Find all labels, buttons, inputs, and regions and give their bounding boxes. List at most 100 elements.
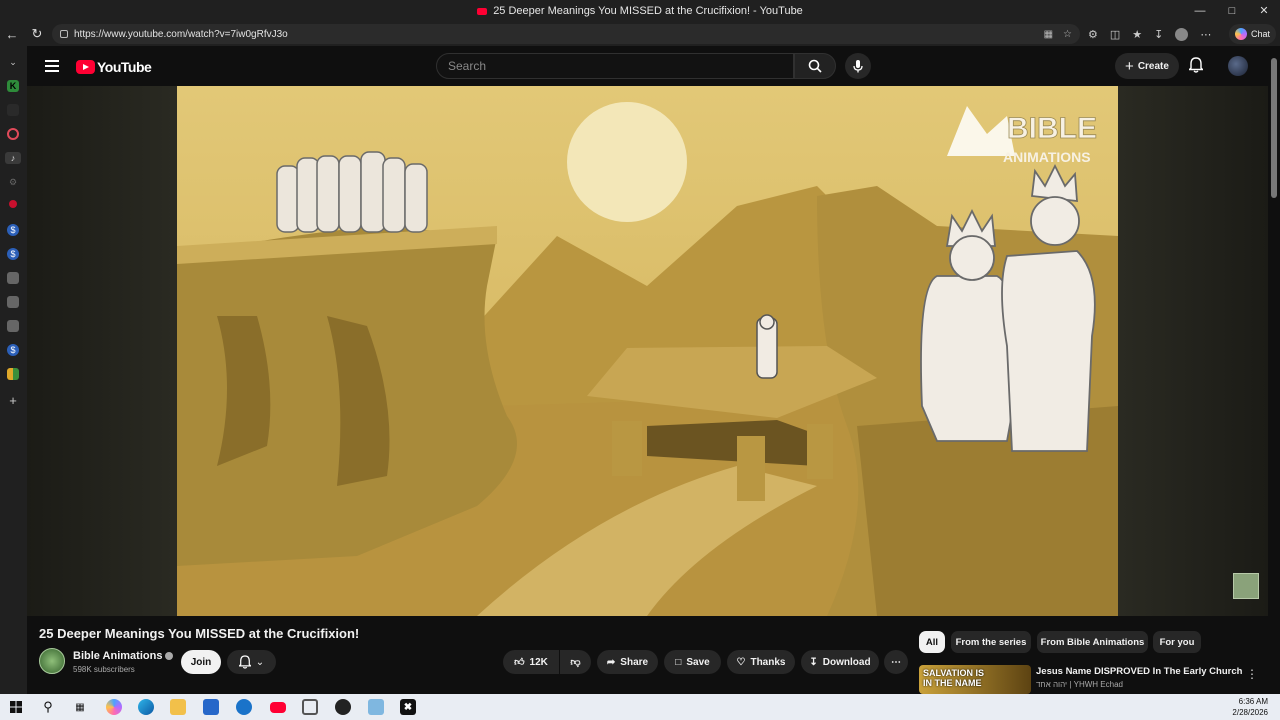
more-actions-button[interactable]: ⋯ [884, 650, 908, 674]
page-scrollbar[interactable] [1268, 46, 1280, 694]
video-player[interactable]: BIBLE ANIMATIONS [27, 86, 1268, 616]
join-button[interactable]: Join [181, 650, 221, 674]
channel-avatar[interactable] [39, 648, 65, 674]
thanks-label: Thanks [750, 656, 786, 668]
youtube-wordmark: YouTube [97, 59, 152, 75]
notifications-bell-icon[interactable] [1187, 57, 1205, 78]
share-label: Share [620, 656, 649, 668]
app-available-icon[interactable]: ▦ [1044, 29, 1053, 40]
recommendation-title[interactable]: Jesus Name DISPROVED In The Early Church [1036, 666, 1242, 677]
close-button[interactable]: ✕ [1248, 0, 1280, 22]
image-app-icon-2[interactable] [7, 296, 19, 308]
task-view-icon[interactable]: ▦ [72, 699, 88, 715]
voice-search-button[interactable] [845, 53, 871, 79]
youtube-favicon-icon [477, 7, 488, 15]
more-options-icon[interactable]: ⋯ [1200, 28, 1211, 41]
downloads-icon[interactable]: ↧ [1154, 28, 1163, 41]
minimize-button[interactable]: — [1184, 0, 1216, 22]
thumbs-up-icon: 👍︎ [514, 657, 525, 668]
search-input[interactable]: Search [436, 53, 794, 79]
search-button[interactable] [794, 53, 836, 79]
collapse-chevron-icon[interactable]: ⌄ [7, 56, 19, 68]
app-window-icon[interactable] [302, 699, 318, 715]
lock-icon [60, 30, 68, 38]
url-field[interactable]: https://www.youtube.com/watch?v=7iw0gRfv… [52, 24, 1080, 44]
crowd-figures [276, 151, 428, 233]
youtube-taskbar-icon[interactable] [270, 702, 286, 713]
system-clock[interactable]: 6:36 AM 2/28/2026 [1232, 696, 1268, 718]
account-avatar[interactable] [1228, 56, 1248, 76]
create-label: Create [1137, 60, 1169, 72]
split-screen-icon[interactable]: ◫ [1110, 28, 1120, 41]
recommendation-channel[interactable]: יהוה אחד | YHWH Echad [1036, 680, 1123, 689]
copilot-chat-button[interactable]: Chat [1228, 24, 1276, 44]
youtube-header: YouTube Search + Create [27, 46, 1280, 86]
refresh-button[interactable]: ↻ [25, 22, 49, 46]
download-button[interactable]: ↧ Download [801, 650, 879, 674]
channel-branding-watermark[interactable] [1233, 573, 1259, 599]
chip-from-series[interactable]: From the series [951, 631, 1031, 653]
dollar-app-icon-3[interactable]: $ [7, 344, 19, 356]
image-app-icon[interactable] [7, 272, 19, 284]
dollar-app-icon-2[interactable]: $ [7, 248, 19, 260]
save-button[interactable]: □ Save [664, 650, 721, 674]
chip-for-you[interactable]: For you [1153, 631, 1201, 653]
thanks-button[interactable]: ♡ Thanks [727, 650, 795, 674]
dislike-button[interactable]: 👎︎ [560, 650, 591, 674]
store-icon[interactable] [203, 699, 219, 715]
favorite-star-icon[interactable]: ☆ [1063, 29, 1072, 40]
k-extension-icon[interactable]: K [7, 80, 19, 92]
chip-from-channel[interactable]: From Bible Animations [1037, 631, 1148, 653]
edge-browser-icon[interactable] [138, 699, 154, 715]
bell-icon [238, 655, 251, 669]
video-frame[interactable]: BIBLE ANIMATIONS [177, 86, 1118, 616]
capcut-icon[interactable]: ✖ [400, 699, 416, 715]
video-scene-illustration: BIBLE ANIMATIONS [177, 86, 1118, 616]
like-button[interactable]: 👍︎ 12K [503, 650, 559, 674]
recommendation-thumbnail[interactable]: SALVATION IS IN THE NAME [919, 665, 1031, 694]
url-text: https://www.youtube.com/watch?v=7iw0gRfv… [74, 28, 288, 40]
app-dark-icon[interactable] [335, 699, 351, 715]
copilot-icon [1234, 28, 1247, 40]
verified-badge-icon [165, 652, 174, 661]
profile-icon[interactable] [1175, 27, 1189, 41]
channel-name-row[interactable]: Bible Animations [73, 650, 174, 662]
add-app-icon[interactable]: + [7, 393, 19, 408]
channel-name[interactable]: Bible Animations [73, 650, 162, 662]
plus-icon: + [1125, 57, 1134, 75]
watermark-text-2: ANIMATIONS [1003, 149, 1091, 165]
copilot-taskbar-icon[interactable] [106, 699, 122, 715]
extensions-icon[interactable]: ⚙ [1088, 28, 1098, 41]
browser-title-bar: 25 Deeper Meanings You MISSED at the Cru… [0, 0, 1280, 22]
app-blue-icon[interactable] [368, 699, 384, 715]
subscriber-count: 598K subscribers [73, 665, 135, 674]
file-explorer-icon[interactable] [170, 699, 186, 715]
dollar-app-icon[interactable]: $ [7, 224, 19, 236]
scrollbar-thumb[interactable] [1271, 58, 1277, 198]
image-app-icon-3[interactable] [7, 320, 19, 332]
thumb-text-line-1: SALVATION IS [923, 668, 985, 678]
maximize-button[interactable]: □ [1216, 0, 1248, 22]
office-app-icon[interactable] [7, 368, 19, 380]
address-bar-row: ← ↻ https://www.youtube.com/watch?v=7iw0… [0, 22, 1280, 46]
speaker-icon[interactable]: ♪ [5, 152, 21, 164]
settings-icon[interactable]: ⚙ [7, 176, 19, 188]
pinterest-icon[interactable] [9, 200, 17, 208]
chip-all[interactable]: All [919, 631, 945, 653]
menu-icon[interactable] [45, 60, 59, 72]
share-button[interactable]: ➦ Share [597, 650, 658, 674]
back-button[interactable]: ← [0, 22, 24, 46]
youtube-logo[interactable]: YouTube [76, 59, 152, 75]
record-icon[interactable] [7, 128, 19, 140]
clock-date: 2/28/2026 [1232, 708, 1268, 717]
watermark-text-1: BIBLE [1007, 112, 1097, 145]
search-taskbar-icon[interactable]: ⚲ [40, 699, 56, 715]
favorites-icon[interactable]: ★ [1132, 28, 1142, 41]
thanks-heart-icon: ♡ [736, 656, 746, 668]
outlook-icon[interactable] [236, 699, 252, 715]
subscription-notifications-button[interactable]: ⌄ [227, 650, 276, 674]
blank-app-icon[interactable] [7, 104, 19, 116]
create-button[interactable]: + Create [1115, 53, 1179, 79]
recommendation-more-icon[interactable]: ⋮ [1246, 667, 1258, 681]
windows-start-icon[interactable] [8, 699, 24, 715]
